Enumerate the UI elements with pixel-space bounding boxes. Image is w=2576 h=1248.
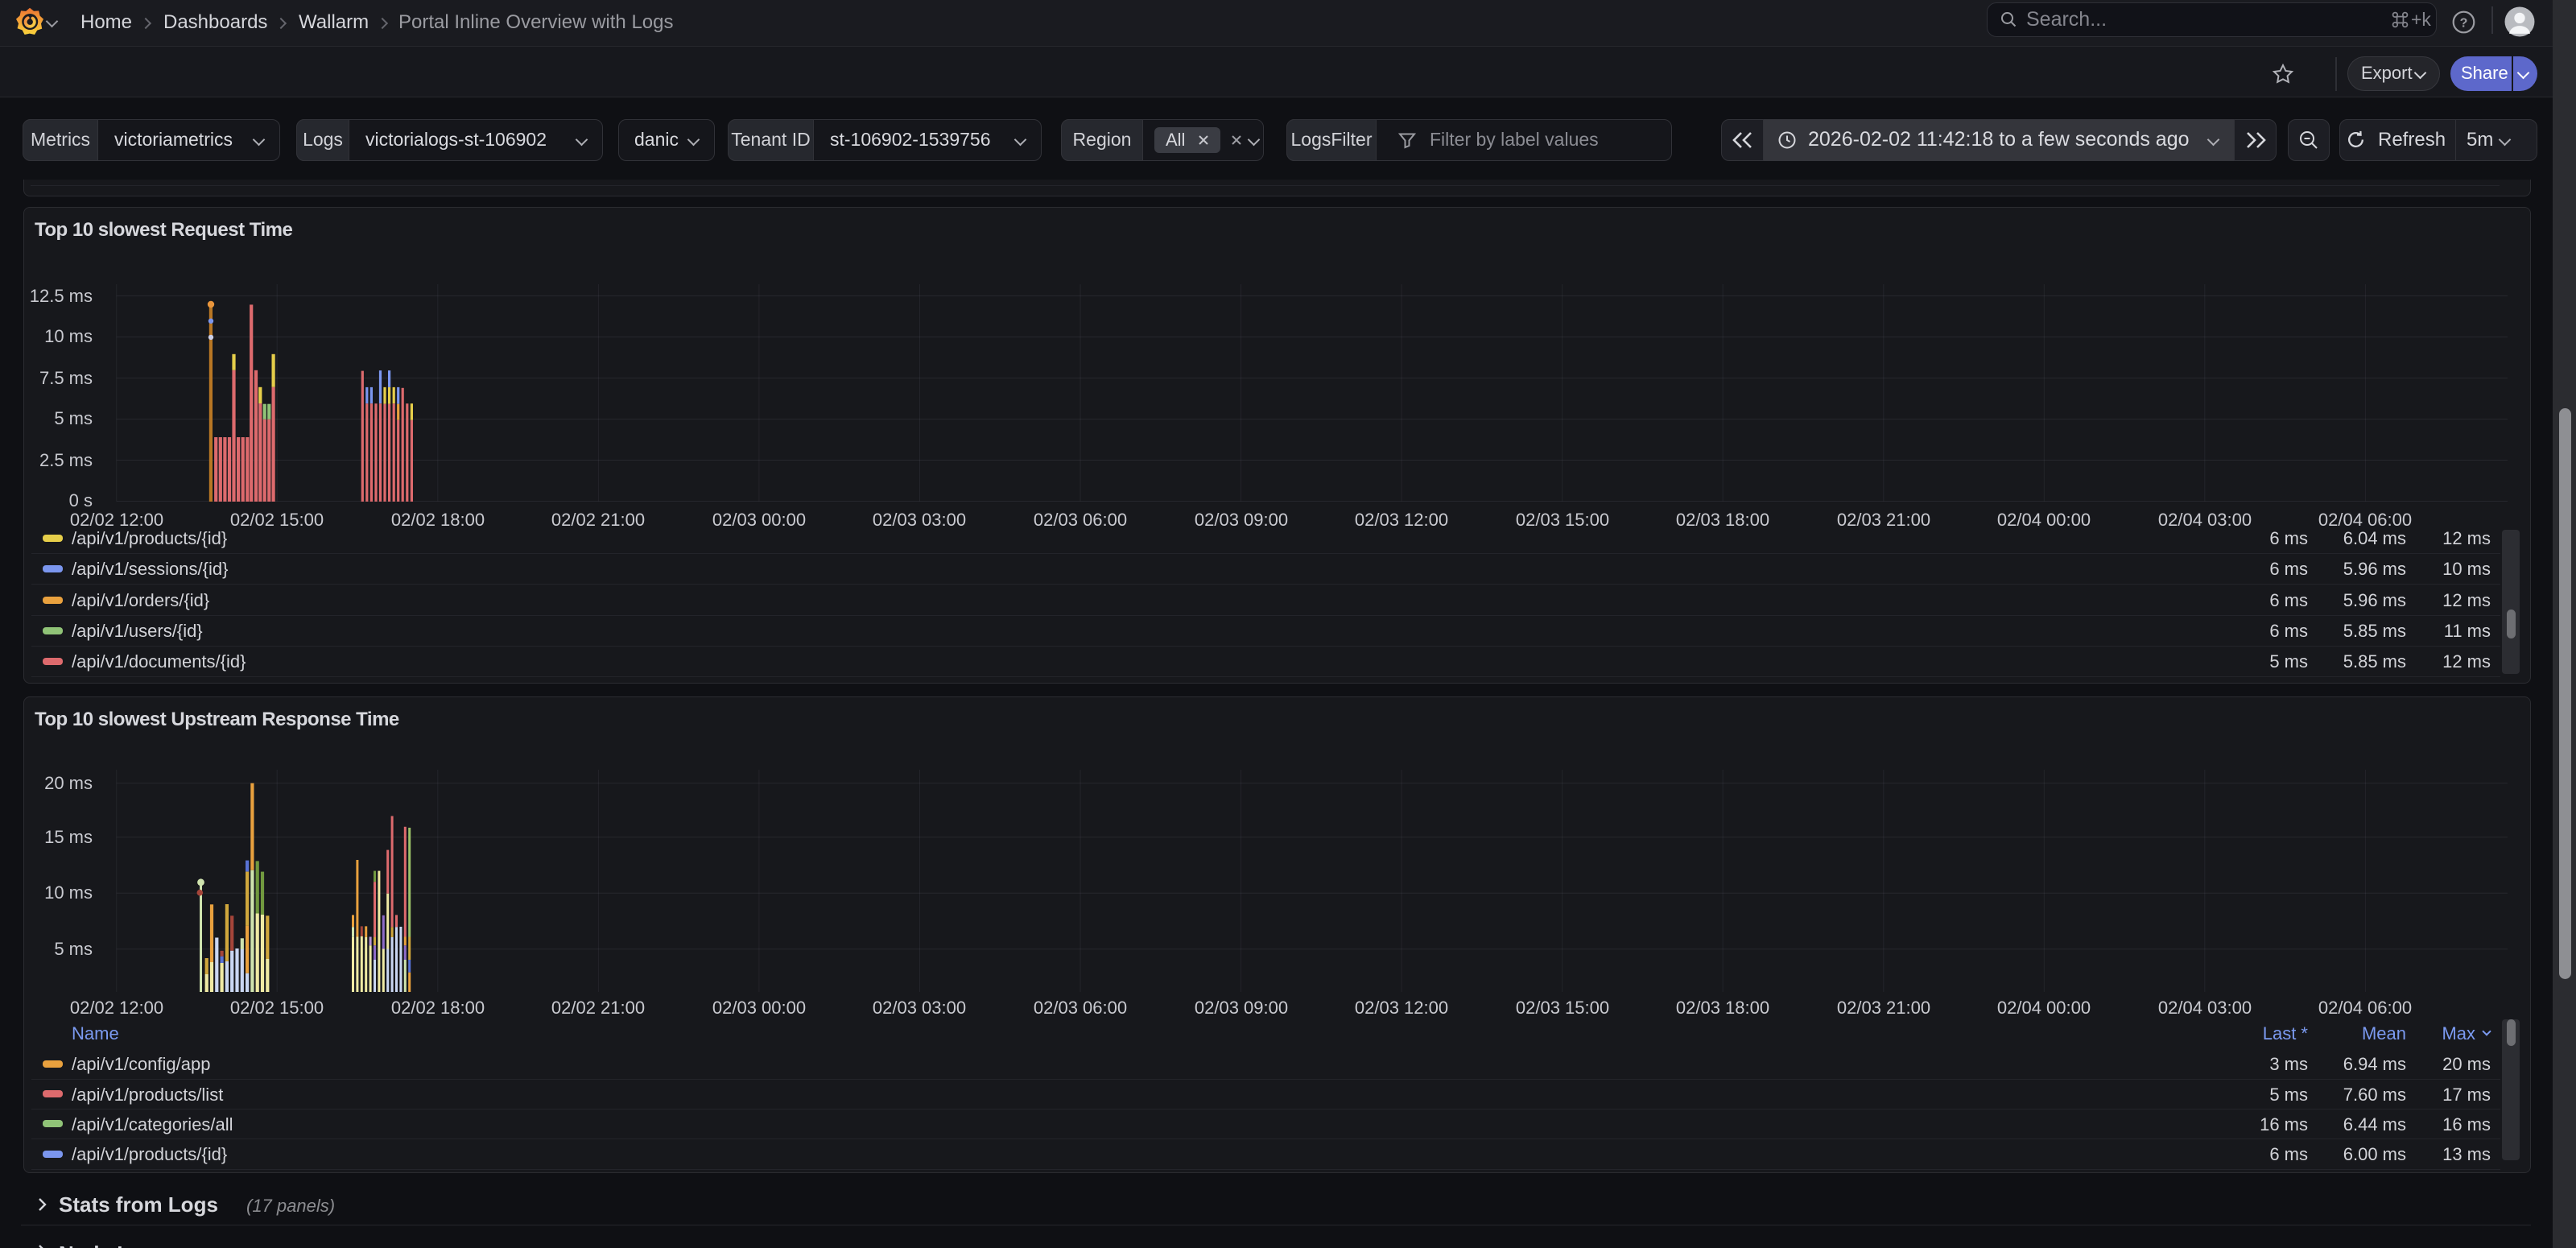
svg-text:?: ? — [2460, 17, 2468, 31]
